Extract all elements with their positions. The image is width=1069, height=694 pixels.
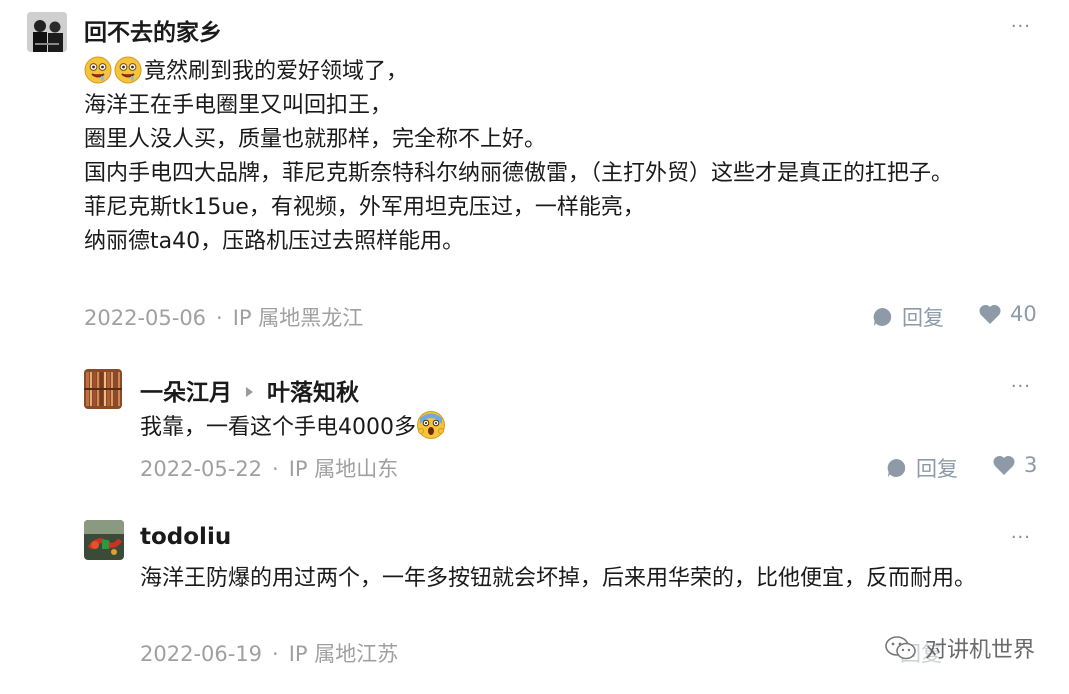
comment-date: 2022-05-06 (84, 306, 207, 330)
comment-author[interactable]: todoliu (140, 524, 231, 550)
comment-line: 纳丽德ta40，压路机压过去照样能用。 (84, 229, 465, 254)
like-button[interactable]: 3 (992, 453, 1037, 477)
watermark-text: 对讲机世界 (924, 638, 1035, 663)
comment-author: 一朵江月 叶落知秋 (140, 373, 359, 407)
wechat-icon (885, 636, 916, 660)
avatar[interactable] (84, 520, 124, 560)
reply-button[interactable]: 回复 (886, 453, 958, 483)
comment-author[interactable]: 回不去的家乡 (84, 13, 222, 47)
screaming-face-emoji-icon (416, 410, 446, 440)
comment-meta: 2022-06-19 · IP 属地江苏 (140, 638, 398, 668)
ip-location: IP 属地江苏 (288, 642, 399, 666)
like-button[interactable]: 40 (978, 302, 1037, 326)
avatar[interactable] (84, 369, 122, 409)
comment-body: 竟然刷到我的爱好领域了， 海洋王在手电圈里又叫回扣王， 圈里人没人买，质量也就那… (84, 55, 1034, 259)
comment-line: 国内手电四大品牌，菲尼克斯奈特科尔纳丽德傲雷，（主打外贸）这些才是真正的扛把子。 (84, 161, 954, 186)
ip-location: IP 属地黑龙江 (232, 306, 364, 330)
reply-to-name[interactable]: 叶落知秋 (267, 380, 359, 406)
separator: · (272, 457, 279, 481)
speech-bubble-icon (887, 458, 906, 477)
reply-arrow-icon (246, 387, 253, 397)
comment-date: 2022-06-19 (140, 642, 263, 666)
comment-body: 海洋王防爆的用过两个，一年多按钮就会坏掉，后来用华荣的，比他便宜，反而耐用。 (140, 562, 1035, 596)
comment-line: 菲尼克斯tk15ue，有视频，外军用坦克压过，一样能亮， (84, 195, 645, 220)
comment-meta: 2022-05-06 · IP 属地黑龙江 (84, 302, 363, 332)
comment-line: 海洋王在手电圈里又叫回扣王， (84, 93, 393, 118)
comment-body: 我靠，一看这个手电4000多 (140, 410, 1030, 445)
speech-bubble-icon (873, 307, 892, 326)
more-options-button[interactable]: ··· (1011, 16, 1031, 37)
separator: · (216, 306, 223, 330)
comment-line: 我靠，一看这个手电4000多 (140, 410, 1030, 445)
comment-date: 2022-05-22 (140, 457, 263, 481)
avatar[interactable] (27, 12, 67, 52)
heart-icon (993, 455, 1015, 475)
more-options-button[interactable]: ··· (1011, 527, 1031, 548)
drooling-face-emoji-icon (114, 56, 142, 84)
reply-button[interactable]: 回复 (872, 302, 944, 332)
comment-line: 圈里人没人买，质量也就那样，完全称不上好。 (84, 127, 547, 152)
ip-location: IP 属地山东 (288, 457, 399, 481)
drooling-face-emoji-icon (84, 56, 112, 84)
heart-icon (979, 304, 1001, 324)
separator: · (272, 642, 279, 666)
comment-line: 海洋王防爆的用过两个，一年多按钮就会坏掉，后来用华荣的，比他便宜，反而耐用。 (140, 566, 977, 591)
more-options-button[interactable]: ··· (1011, 376, 1031, 397)
comment-meta: 2022-05-22 · IP 属地山东 (140, 453, 398, 483)
watermark: 对讲机世界 (885, 632, 1035, 664)
comment-line: 竟然刷到我的爱好领域了， (84, 55, 1034, 89)
author-name[interactable]: 一朵江月 (140, 380, 232, 406)
